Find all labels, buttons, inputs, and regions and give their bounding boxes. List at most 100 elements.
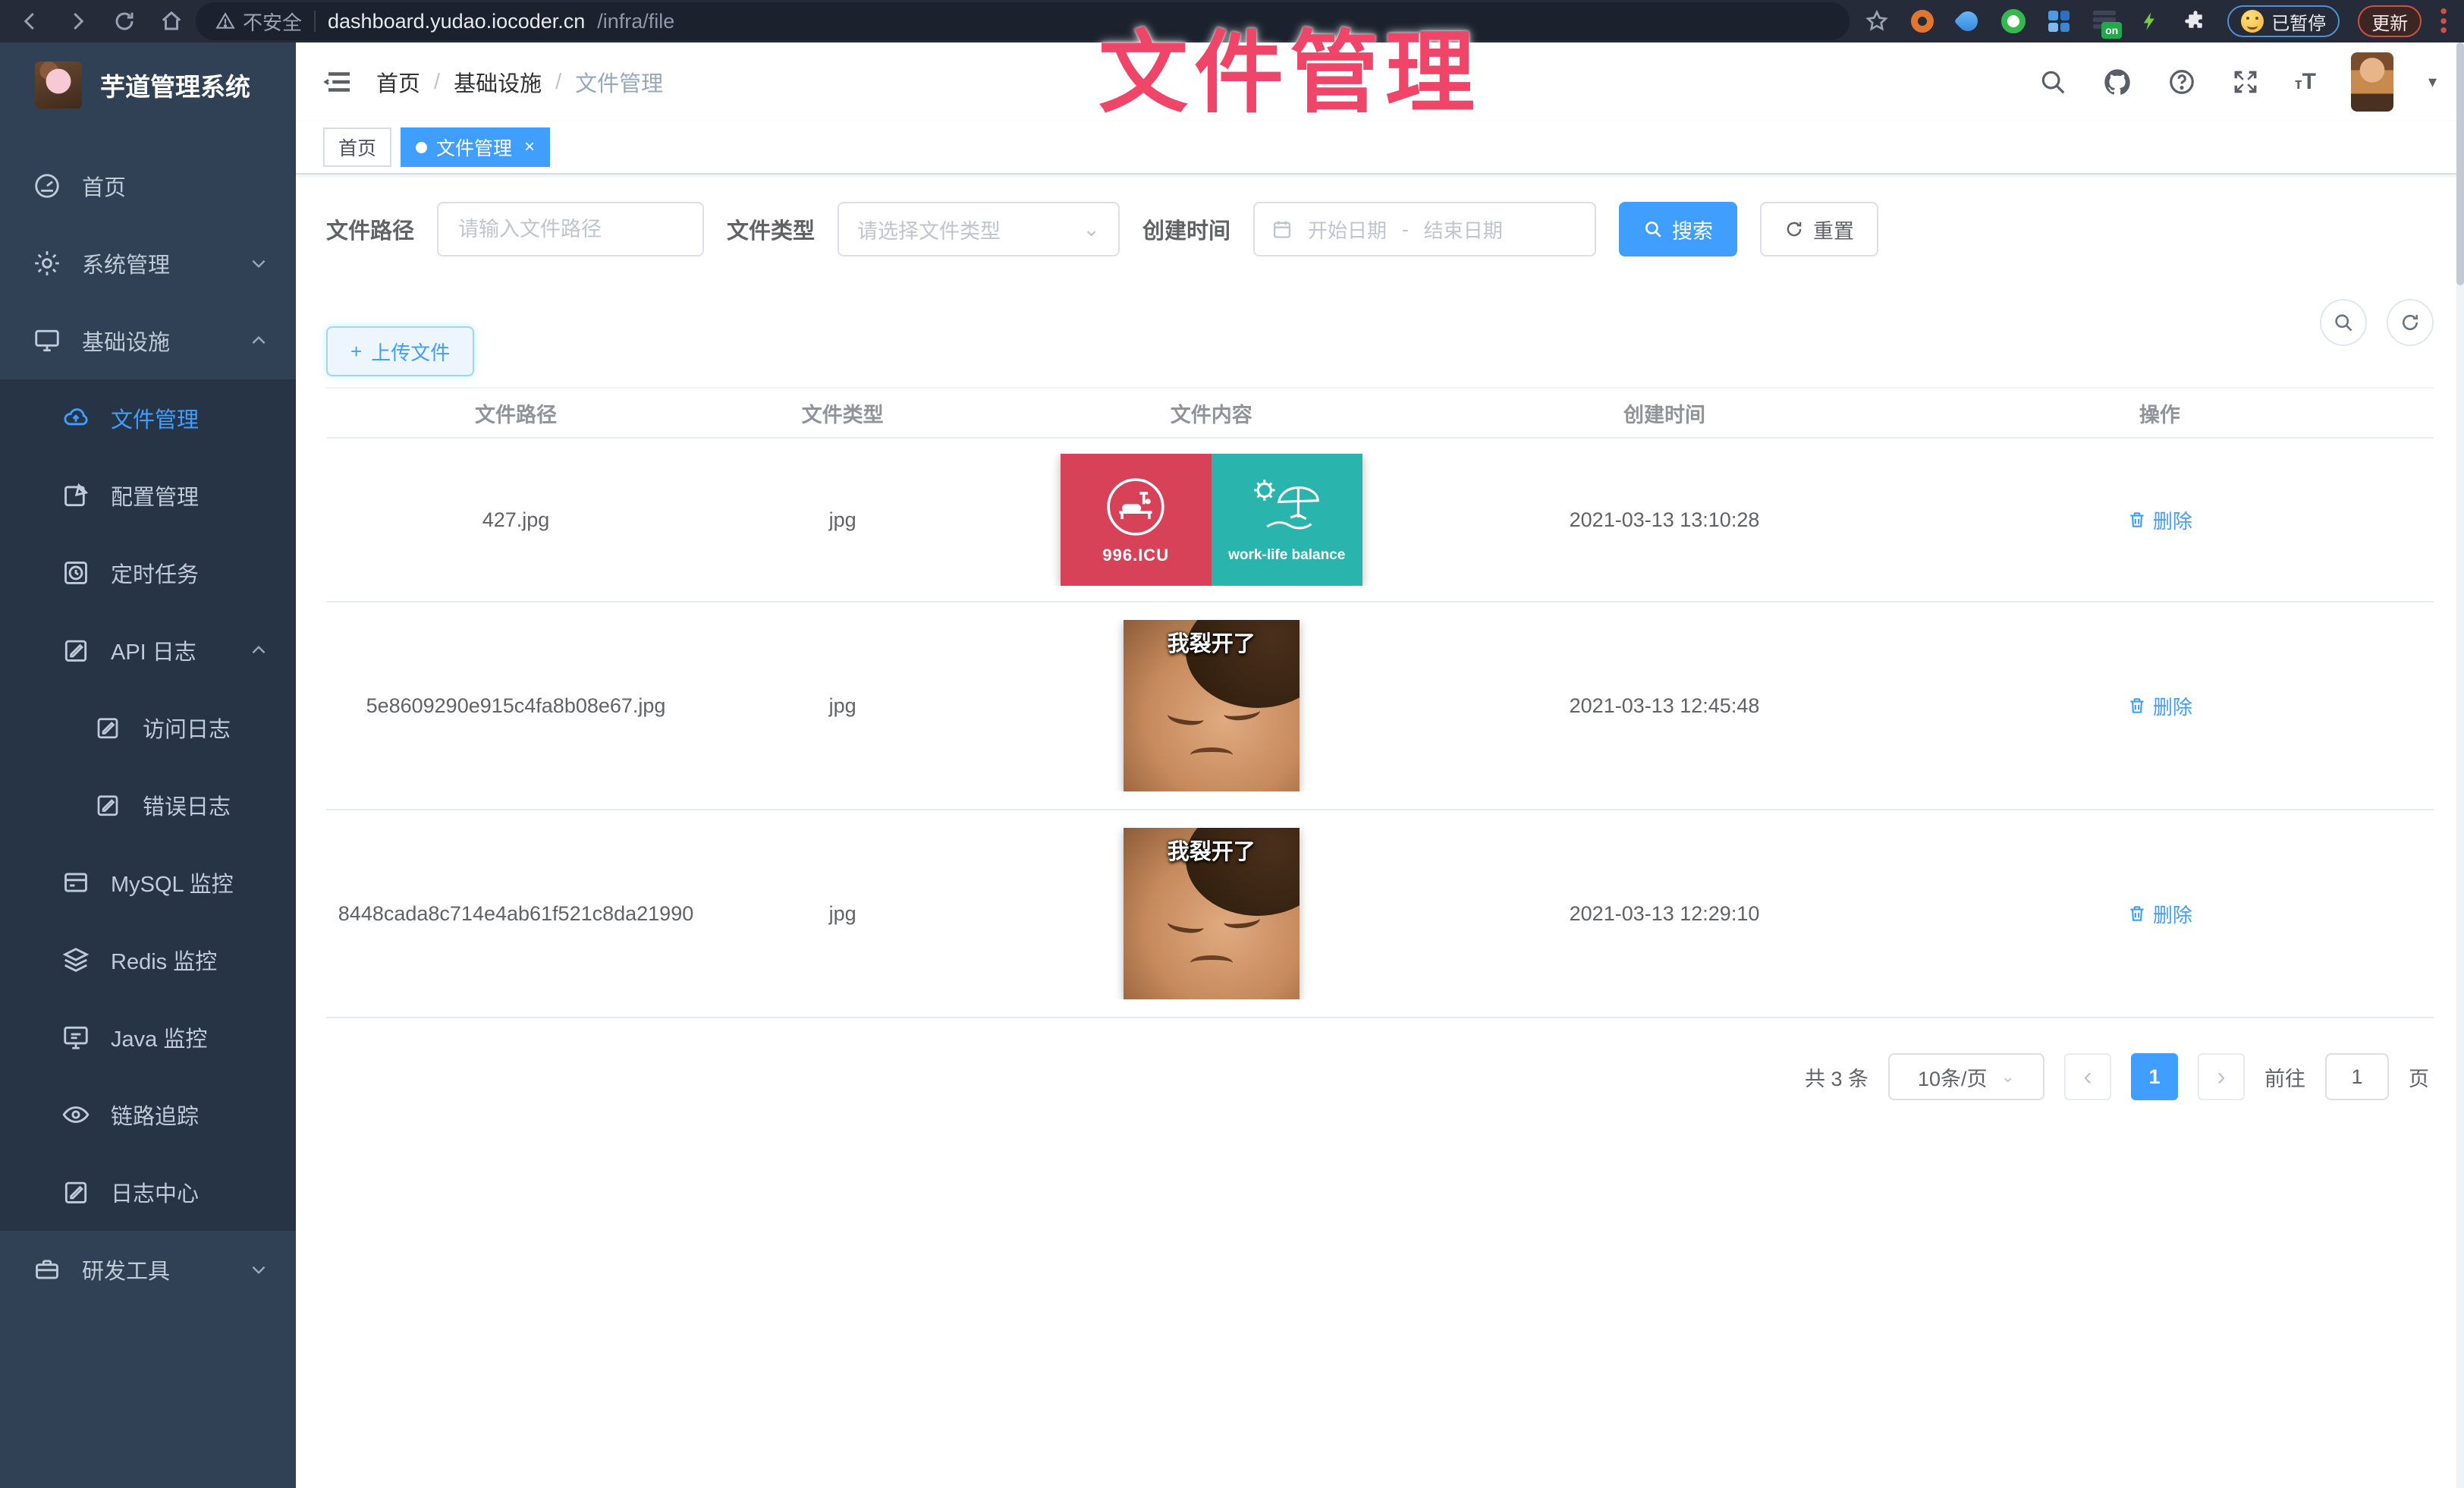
- security-warning[interactable]: 不安全: [215, 8, 302, 36]
- sidebar-item-redis[interactable]: Redis 监控: [0, 921, 296, 999]
- sidebar-item-cron[interactable]: 定时任务: [0, 534, 296, 612]
- layers-icon: [61, 945, 91, 975]
- close-icon[interactable]: ×: [524, 137, 535, 158]
- breadcrumb-home[interactable]: 首页: [376, 66, 420, 98]
- delete-button[interactable]: 删除: [2127, 506, 2192, 534]
- goto-page-input[interactable]: [2325, 1053, 2389, 1100]
- sidebar-item-file-manage[interactable]: 文件管理: [0, 379, 296, 457]
- scrollbar[interactable]: [2456, 42, 2464, 1488]
- toggle-search-button[interactable]: [2320, 299, 2367, 346]
- file-preview-image[interactable]: 我裂开了: [1124, 828, 1300, 999]
- sidebar-item-devtools[interactable]: 研发工具: [0, 1231, 296, 1308]
- trash-icon: [2127, 904, 2147, 923]
- search-icon: [1643, 219, 1663, 239]
- extension-switch-icon[interactable]: on: [2091, 8, 2118, 35]
- avatar[interactable]: [2351, 52, 2393, 112]
- update-label: 更新: [2371, 8, 2408, 35]
- extension-bolt-icon[interactable]: [2136, 8, 2164, 35]
- bookmark-star-icon[interactable]: [1863, 8, 1890, 35]
- file-type-select[interactable]: 请选择文件类型 ⌄: [838, 202, 1120, 256]
- tab-file-manage[interactable]: 文件管理 ×: [401, 127, 550, 167]
- hamburger-icon[interactable]: [323, 66, 355, 98]
- back-icon[interactable]: [11, 5, 50, 38]
- chevron-down-icon[interactable]: ▾: [2428, 72, 2437, 92]
- next-page-button[interactable]: ›: [2198, 1053, 2245, 1100]
- sidebar-item-system[interactable]: 系统管理: [0, 225, 296, 302]
- log-edit-icon: [61, 1177, 91, 1207]
- tab-label: 首页: [338, 134, 376, 161]
- browser-menu-icon[interactable]: •••: [2440, 7, 2447, 36]
- sidebar-item-access-log[interactable]: 访问日志: [0, 689, 296, 766]
- tab-home[interactable]: 首页: [323, 127, 391, 167]
- search-icon: [2333, 312, 2354, 333]
- extension-grid-icon[interactable]: [2045, 8, 2073, 35]
- search-button-label: 搜索: [1672, 215, 1713, 244]
- fullscreen-icon[interactable]: [2231, 68, 2260, 96]
- sidebar-item-infra[interactable]: 基础设施: [0, 302, 296, 379]
- sidebar-item-trace[interactable]: 链路追踪: [0, 1076, 296, 1153]
- forward-icon[interactable]: [58, 5, 97, 38]
- date-range-picker[interactable]: 开始日期 - 结束日期: [1253, 202, 1596, 256]
- reset-button[interactable]: 重置: [1760, 202, 1878, 256]
- file-preview-image[interactable]: 996.ICU work-life balance: [1061, 454, 1362, 586]
- home-icon[interactable]: [152, 5, 191, 38]
- file-path-input[interactable]: [437, 202, 704, 256]
- tab-active-dot: [416, 142, 427, 153]
- created-cell: 2021-03-13 12:45:48: [1443, 694, 1885, 718]
- sidebar-item-label: 访问日志: [143, 712, 231, 744]
- font-size-icon[interactable]: тT: [2295, 69, 2316, 95]
- sidebar-item-log-center[interactable]: 日志中心: [0, 1153, 296, 1231]
- github-icon[interactable]: [2102, 67, 2132, 97]
- help-icon[interactable]: [2167, 68, 2196, 96]
- sidebar-item-home[interactable]: 首页: [0, 147, 296, 225]
- sidebar-item-api-log[interactable]: API 日志: [0, 612, 296, 689]
- extensions-puzzle-icon[interactable]: [2182, 8, 2209, 35]
- sidebar-item-config[interactable]: 配置管理: [0, 457, 296, 534]
- pagination-total: 共 3 条: [1805, 1062, 1868, 1092]
- file-type-cell: jpg: [706, 694, 979, 718]
- sidebar-item-error-log[interactable]: 错误日志: [0, 766, 296, 844]
- file-content-cell: 我裂开了: [979, 620, 1443, 791]
- file-preview-image[interactable]: 我裂开了: [1124, 620, 1300, 791]
- extension-green-icon[interactable]: [2000, 8, 2027, 35]
- url-path[interactable]: /infra/file: [597, 10, 674, 33]
- sidebar-item-label: 基础设施: [82, 325, 170, 357]
- sidebar-item-java[interactable]: Java 监控: [0, 999, 296, 1076]
- table-row: 5e8609290e915c4fa8b08e67.jpg jpg 我裂开了: [326, 602, 2434, 810]
- refresh-button[interactable]: [2387, 299, 2434, 346]
- extension-gear-icon[interactable]: [1909, 8, 1936, 35]
- actions-cell: 删除: [1886, 692, 2434, 720]
- prev-page-button[interactable]: ‹: [2064, 1053, 2111, 1100]
- plus-icon: +: [350, 340, 362, 363]
- search-icon[interactable]: [2038, 68, 2067, 96]
- sidebar-submenu-infra: 文件管理 配置管理 定时任务 API 日志: [0, 379, 296, 1231]
- sidebar-item-label: Redis 监控: [111, 944, 217, 976]
- upload-file-button[interactable]: + 上传文件: [326, 326, 474, 376]
- sidebar-logo[interactable]: 芋道管理系统: [0, 42, 296, 127]
- breadcrumb-separator: /: [434, 70, 440, 95]
- scrollbar-thumb[interactable]: [2456, 42, 2464, 285]
- java-monitor-icon: [61, 1022, 91, 1052]
- address-bar[interactable]: 不安全 dashboard.yudao.iocoder.cn/infra/fil…: [196, 2, 1850, 40]
- page-size-select[interactable]: 10条/页 ⌄: [1888, 1053, 2044, 1100]
- chevron-down-icon: [249, 1260, 269, 1279]
- search-button[interactable]: 搜索: [1619, 202, 1737, 256]
- sidebar-item-mysql[interactable]: MySQL 监控: [0, 844, 296, 921]
- sidebar: 芋道管理系统 首页 系统管理 基础设施: [0, 42, 296, 1488]
- meme-eye: [1167, 915, 1205, 935]
- current-page-button[interactable]: 1: [2131, 1053, 2178, 1100]
- column-created: 创建时间: [1443, 398, 1885, 428]
- date-end-placeholder: 结束日期: [1424, 215, 1503, 244]
- extension-drop-icon[interactable]: [1954, 8, 1982, 35]
- profile-paused-badge[interactable]: 已暂停: [2227, 5, 2340, 37]
- delete-button[interactable]: 删除: [2127, 900, 2192, 928]
- file-path-cell: 5e8609290e915c4fa8b08e67.jpg: [326, 694, 706, 718]
- goto-label: 前往: [2264, 1062, 2305, 1092]
- url-host[interactable]: dashboard.yudao.iocoder.cn: [328, 10, 585, 33]
- date-separator: -: [1402, 218, 1409, 241]
- delete-button[interactable]: 删除: [2127, 692, 2192, 720]
- update-button[interactable]: 更新: [2358, 5, 2422, 37]
- main-header: 首页 / 基础设施 / 文件管理 тT ▾: [296, 42, 2464, 121]
- breadcrumb-infra[interactable]: 基础设施: [454, 66, 542, 98]
- reload-icon[interactable]: [105, 5, 144, 38]
